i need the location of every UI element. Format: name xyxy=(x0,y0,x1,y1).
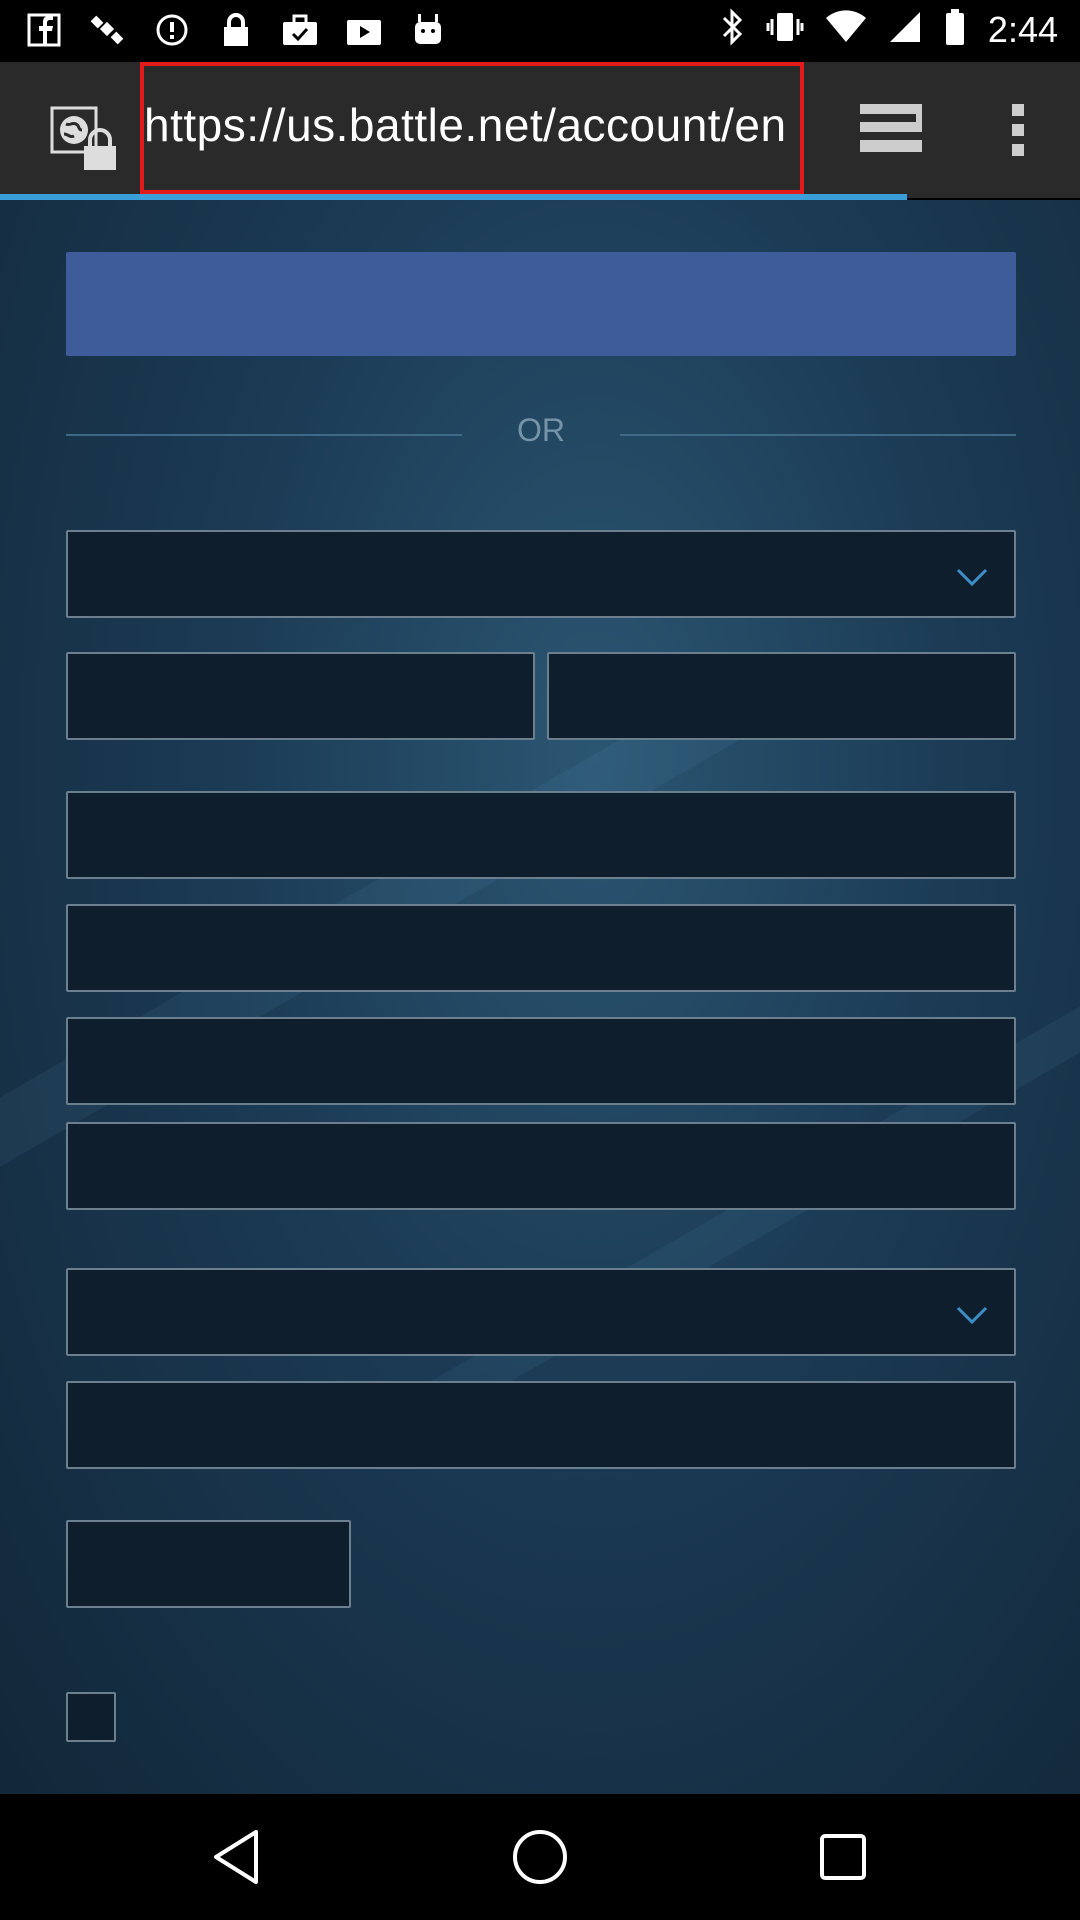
tabs-icon[interactable] xyxy=(856,100,926,160)
agreement-checkbox[interactable] xyxy=(66,1692,116,1742)
status-bar: 2:44 xyxy=(0,0,1080,62)
question-select[interactable] xyxy=(66,1268,1016,1356)
recents-icon[interactable] xyxy=(810,1824,876,1890)
bluetooth-icon xyxy=(720,8,744,51)
url-text[interactable]: https://us.battle.net/account/en xyxy=(144,98,787,152)
briefcase-icon xyxy=(280,10,320,50)
play-store-icon xyxy=(344,10,384,50)
input-field[interactable] xyxy=(66,904,1016,992)
lock-icon xyxy=(216,10,256,50)
fb-icon xyxy=(24,10,64,50)
or-label: OR xyxy=(517,412,565,448)
web-content: OR xyxy=(0,200,1080,1794)
battery-icon xyxy=(944,8,966,51)
input-field[interactable] xyxy=(66,791,1016,879)
back-icon[interactable] xyxy=(204,1824,270,1890)
notification-icons xyxy=(24,10,448,50)
android-icon xyxy=(408,10,448,50)
wifi-icon xyxy=(825,10,866,49)
first-name-field[interactable] xyxy=(66,652,535,740)
input-field[interactable] xyxy=(66,1122,1016,1210)
or-divider: OR xyxy=(66,412,1016,452)
browser-toolbar: https://us.battle.net/account/en xyxy=(0,62,1080,200)
site-security-icon[interactable] xyxy=(50,106,120,172)
short-input-field[interactable] xyxy=(66,1520,351,1608)
country-select[interactable] xyxy=(66,530,1016,618)
last-name-field[interactable] xyxy=(547,652,1016,740)
home-icon[interactable] xyxy=(507,1824,573,1890)
divider-line-right xyxy=(620,434,1016,436)
primary-sign-up-button[interactable] xyxy=(66,252,1016,356)
input-field[interactable] xyxy=(66,1017,1016,1105)
system-status: 2:44 xyxy=(720,8,1058,51)
data-saver-icon xyxy=(152,10,192,50)
clock: 2:44 xyxy=(987,8,1058,50)
chevron-down-icon xyxy=(956,1306,988,1325)
satellite-icon xyxy=(88,10,128,50)
navigation-bar xyxy=(0,1794,1080,1920)
chevron-down-icon xyxy=(956,568,988,587)
vibrate-icon xyxy=(766,8,804,51)
overflow-menu-icon[interactable] xyxy=(1000,100,1036,160)
signal-icon xyxy=(888,10,922,49)
url-bar[interactable]: https://us.battle.net/account/en xyxy=(140,62,804,194)
answer-field[interactable] xyxy=(66,1381,1016,1469)
